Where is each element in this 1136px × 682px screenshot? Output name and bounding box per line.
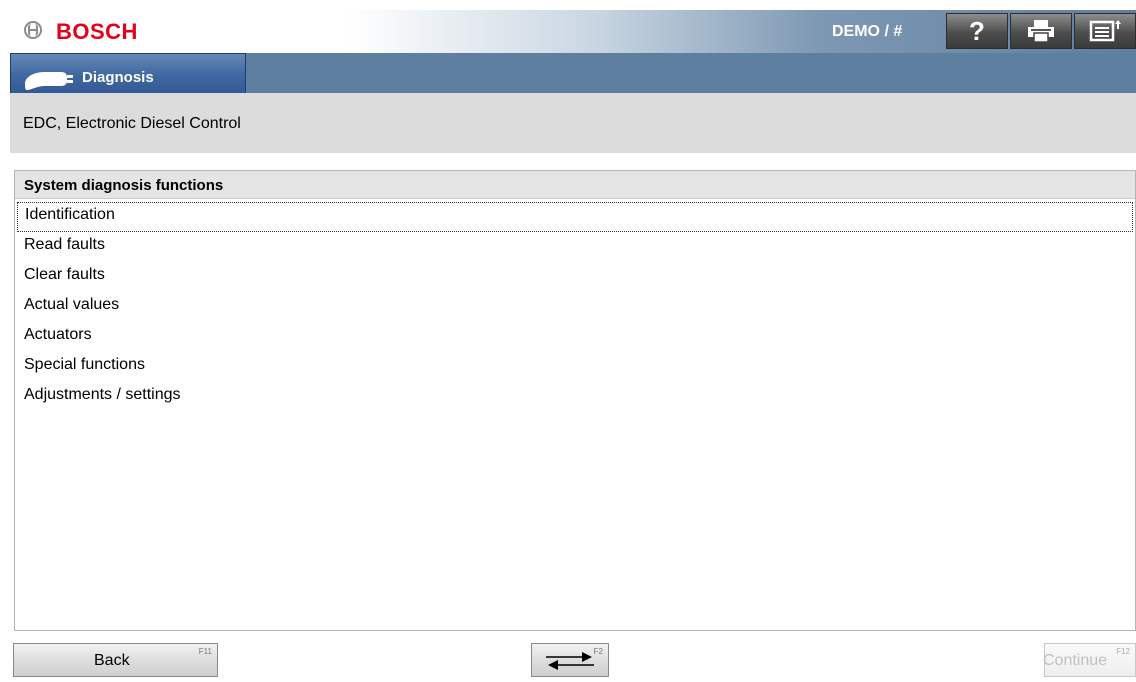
list-item-adjustments-settings[interactable]: Adjustments / settings [15,382,1135,412]
tab-bar: Diagnosis [10,53,1136,100]
breadcrumb: EDC, Electronic Diesel Control [10,93,1136,153]
session-label: DEMO / # [832,23,903,40]
back-button-label: Back [94,652,130,669]
list-item-actual-values[interactable]: Actual values [15,292,1135,322]
list-item-label: Clear faults [24,266,105,283]
list-header-label: System diagnosis functions [24,177,224,194]
menu-list-icon [1089,20,1121,42]
swap-shortcut-key: F2 [593,647,603,656]
list-item-clear-faults[interactable]: Clear faults [15,262,1135,292]
diagnosis-plug-icon [25,72,73,90]
list-header: System diagnosis functions [15,171,1135,199]
list-item-read-faults[interactable]: Read faults [15,232,1135,262]
continue-shortcut-key: F12 [1116,647,1130,656]
swap-arrows-icon [546,652,594,670]
function-list-panel: System diagnosis functions Identificatio… [14,170,1136,631]
list-item-label: Read faults [24,236,105,253]
brand-logo-text: BOSCH [56,19,138,44]
help-icon: ? [969,15,985,46]
list-item-label: Special functions [24,356,145,373]
menu-button[interactable] [1074,13,1136,49]
swap-button[interactable]: F2 [531,643,609,677]
tab-diagnosis-label: Diagnosis [82,69,154,86]
continue-button-label: Continue [1043,652,1108,669]
continue-button[interactable]: Continue F12 [1043,643,1136,677]
function-list: Identification Read faults Clear faults … [15,202,1135,412]
bosch-logo-icon [24,21,42,39]
list-item-actuators[interactable]: Actuators [15,322,1135,352]
help-button[interactable]: ? [946,13,1008,49]
back-shortcut-key: F11 [198,647,212,656]
list-item-label: Actual values [24,296,120,313]
list-item-label: Actuators [24,326,92,343]
list-item-label: Identification [25,206,115,223]
list-item-label: Adjustments / settings [24,386,181,403]
breadcrumb-text: EDC, Electronic Diesel Control [23,115,241,132]
list-item-special-functions[interactable]: Special functions [15,352,1135,382]
list-item-identification[interactable]: Identification [17,202,1133,232]
app-header: BOSCH DEMO / # ? [10,10,1136,53]
back-button[interactable]: Back F11 [13,643,218,677]
printer-icon [1028,20,1054,43]
print-button[interactable] [1010,13,1072,49]
